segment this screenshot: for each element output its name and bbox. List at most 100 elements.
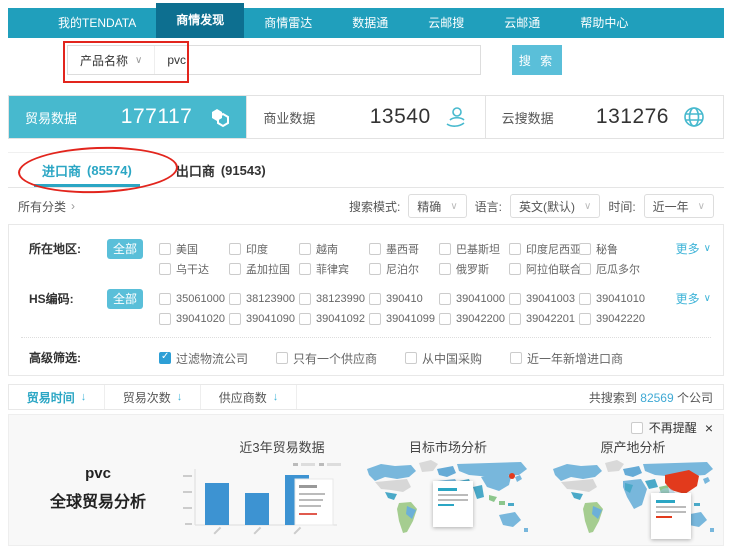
region-checkbox[interactable]: 美国 (159, 239, 229, 259)
region-checkbox[interactable]: 菲律宾 (299, 259, 369, 279)
filter-row-advanced: 高级筛选: 过滤物流公司 只有一个供应商 从中国采购 (29, 348, 711, 368)
checkbox-label: 尼泊尔 (386, 261, 419, 277)
panel-title-target-market: 目标市场分析 (378, 437, 518, 456)
advanced-checkbox[interactable]: 只有一个供应商 (276, 348, 377, 368)
region-checkbox[interactable]: 印度 (229, 239, 299, 259)
nav-item[interactable]: 商情雷达 (244, 8, 332, 38)
search-bar[interactable]: 产品名称 ∨ pvc (67, 45, 481, 75)
hs-checkbox[interactable]: 39041092 (299, 309, 369, 329)
search-options: 搜索模式: 精确 ∨ 语言: 英文(默认) ∨ 时间: 近一年 ∨ (349, 194, 714, 218)
region-checkbox[interactable]: 尼泊尔 (369, 259, 439, 279)
region-checkbox[interactable]: 孟加拉国 (229, 259, 299, 279)
hs-checkbox[interactable]: 39041099 (369, 309, 439, 329)
nav-item[interactable]: 商情发现 (156, 3, 244, 38)
sort-button[interactable]: 供应商数 ↓ (201, 385, 297, 409)
tab-exporters[interactable]: 出口商 (91543) (176, 153, 266, 187)
molecule-icon (204, 104, 230, 130)
stat-value: 13540 (370, 105, 431, 129)
advanced-checkbox[interactable]: 过滤物流公司 (159, 348, 248, 368)
nav-item[interactable]: 帮助中心 (560, 8, 648, 38)
checkbox-icon (405, 352, 417, 364)
hs-checkbox[interactable]: 390410 (369, 289, 439, 309)
nav-item[interactable]: 数据通 (332, 8, 408, 38)
region-checkbox[interactable]: 秘鲁 (579, 239, 649, 259)
hs-checkbox[interactable]: 39042200 (439, 309, 509, 329)
region-checkbox[interactable]: 印度尼西亚 (509, 239, 579, 259)
hs-checkbox[interactable]: 39041000 (439, 289, 509, 309)
option-select[interactable]: 精确 ∨ (408, 194, 466, 218)
dismiss-checkbox[interactable] (631, 422, 643, 434)
top-nav: 我的TENDATA 商情发现 商情雷达 数据通 云邮搜 云邮通 帮助中心 (8, 8, 724, 38)
hs-checkbox-grid: 35061000 38123900 38123990 390410 (159, 289, 653, 329)
panel-title-trade-3yr: 近3年贸易数据 (202, 437, 362, 456)
search-field-selector[interactable]: 产品名称 ∨ (68, 46, 155, 74)
search-button[interactable]: 搜 索 (512, 45, 562, 75)
region-checkbox[interactable]: 墨西哥 (369, 239, 439, 259)
region-checkbox[interactable]: 厄瓜多尔 (579, 259, 649, 279)
region-more-link[interactable]: 更多 ∨ (676, 239, 711, 259)
map-tooltip (651, 493, 691, 539)
hs-checkbox[interactable]: 39041020 (159, 309, 229, 329)
sort-button[interactable]: 贸易次数 ↓ (105, 385, 201, 409)
nav-item[interactable]: 我的TENDATA (38, 8, 156, 38)
sort-button-label: 贸易时间 (27, 389, 75, 406)
search-input[interactable]: pvc (155, 53, 186, 67)
checkbox-icon (159, 263, 171, 275)
result-count: 82569 (640, 391, 673, 405)
hs-more-link[interactable]: 更多 ∨ (676, 289, 711, 309)
checkbox-icon (159, 293, 171, 305)
checkbox-icon (229, 293, 241, 305)
hs-checkbox[interactable]: 35061000 (159, 289, 229, 309)
checkbox-icon (509, 293, 521, 305)
stat-business-data[interactable]: 商业数据 13540 (246, 96, 484, 138)
chart-tooltip-card (295, 479, 333, 525)
advanced-checkbox[interactable]: 近一年新增进口商 (510, 348, 623, 368)
checkbox-icon (579, 293, 591, 305)
sort-desc-icon: ↓ (273, 391, 279, 403)
chevron-down-icon: ∨ (450, 201, 457, 212)
checkbox-icon (229, 263, 241, 275)
filter-panel: 所在地区: 全部 美国 印度 越南 (8, 224, 724, 376)
checkbox-label: 39041010 (596, 293, 645, 305)
checkbox-label: 38123900 (246, 293, 295, 305)
close-icon[interactable]: × (705, 420, 713, 436)
advanced-checkbox[interactable]: 从中国采购 (405, 348, 482, 368)
dismiss-label: 不再提醒 (649, 419, 697, 436)
filter-row-hs: HS编码: 全部 35061000 38123900 38123990 (29, 289, 711, 329)
region-checkbox[interactable]: 巴基斯坦 (439, 239, 509, 259)
option-select[interactable]: 近一年 ∨ (644, 194, 714, 218)
hs-checkbox[interactable]: 39041010 (579, 289, 649, 309)
panel-title-origin: 原产地分析 (563, 437, 703, 456)
hs-checkbox[interactable]: 39042201 (509, 309, 579, 329)
region-checkbox[interactable]: 阿拉伯联合... (509, 259, 579, 279)
hs-checkbox[interactable]: 38123990 (299, 289, 369, 309)
region-checkbox[interactable]: 乌干达 (159, 259, 229, 279)
region-checkbox[interactable]: 俄罗斯 (439, 259, 509, 279)
nav-item[interactable]: 云邮通 (484, 8, 560, 38)
chevron-down-icon: ∨ (704, 289, 711, 309)
tab-count: (85574) (87, 163, 132, 178)
sort-button[interactable]: 贸易时间 ↓ (9, 385, 105, 409)
nav-item[interactable]: 云邮搜 (408, 8, 484, 38)
promo-query-text: pvc (27, 465, 169, 482)
tab-importers[interactable]: 进口商 (85574) (42, 153, 132, 187)
hs-checkbox[interactable]: 39041003 (509, 289, 579, 309)
checkbox-icon (579, 263, 591, 275)
tab-label: 进口商 (42, 161, 81, 180)
checkbox-label: 墨西哥 (386, 241, 419, 257)
region-checkbox[interactable]: 越南 (299, 239, 369, 259)
hs-checkbox[interactable]: 39041090 (229, 309, 299, 329)
advanced-checkbox-row: 过滤物流公司 只有一个供应商 从中国采购 近一年新增进口商 (159, 348, 651, 368)
stat-value: 177117 (121, 105, 193, 129)
hs-all-button[interactable]: 全部 (107, 289, 143, 309)
checkbox-label: 印度尼西亚 (526, 241, 579, 257)
stat-cloud-search-data[interactable]: 云搜数据 131276 (485, 96, 723, 138)
region-all-button[interactable]: 全部 (107, 239, 143, 259)
hs-checkbox[interactable]: 39042220 (579, 309, 649, 329)
all-categories-link[interactable]: 所有分类 › (18, 198, 75, 215)
checkbox-label: 38123990 (316, 293, 365, 305)
hs-checkbox[interactable]: 38123900 (229, 289, 299, 309)
option-select[interactable]: 英文(默认) ∨ (510, 194, 600, 218)
chevron-down-icon: ∨ (135, 55, 142, 66)
stat-trade-data[interactable]: 贸易数据 177117 (9, 96, 246, 138)
